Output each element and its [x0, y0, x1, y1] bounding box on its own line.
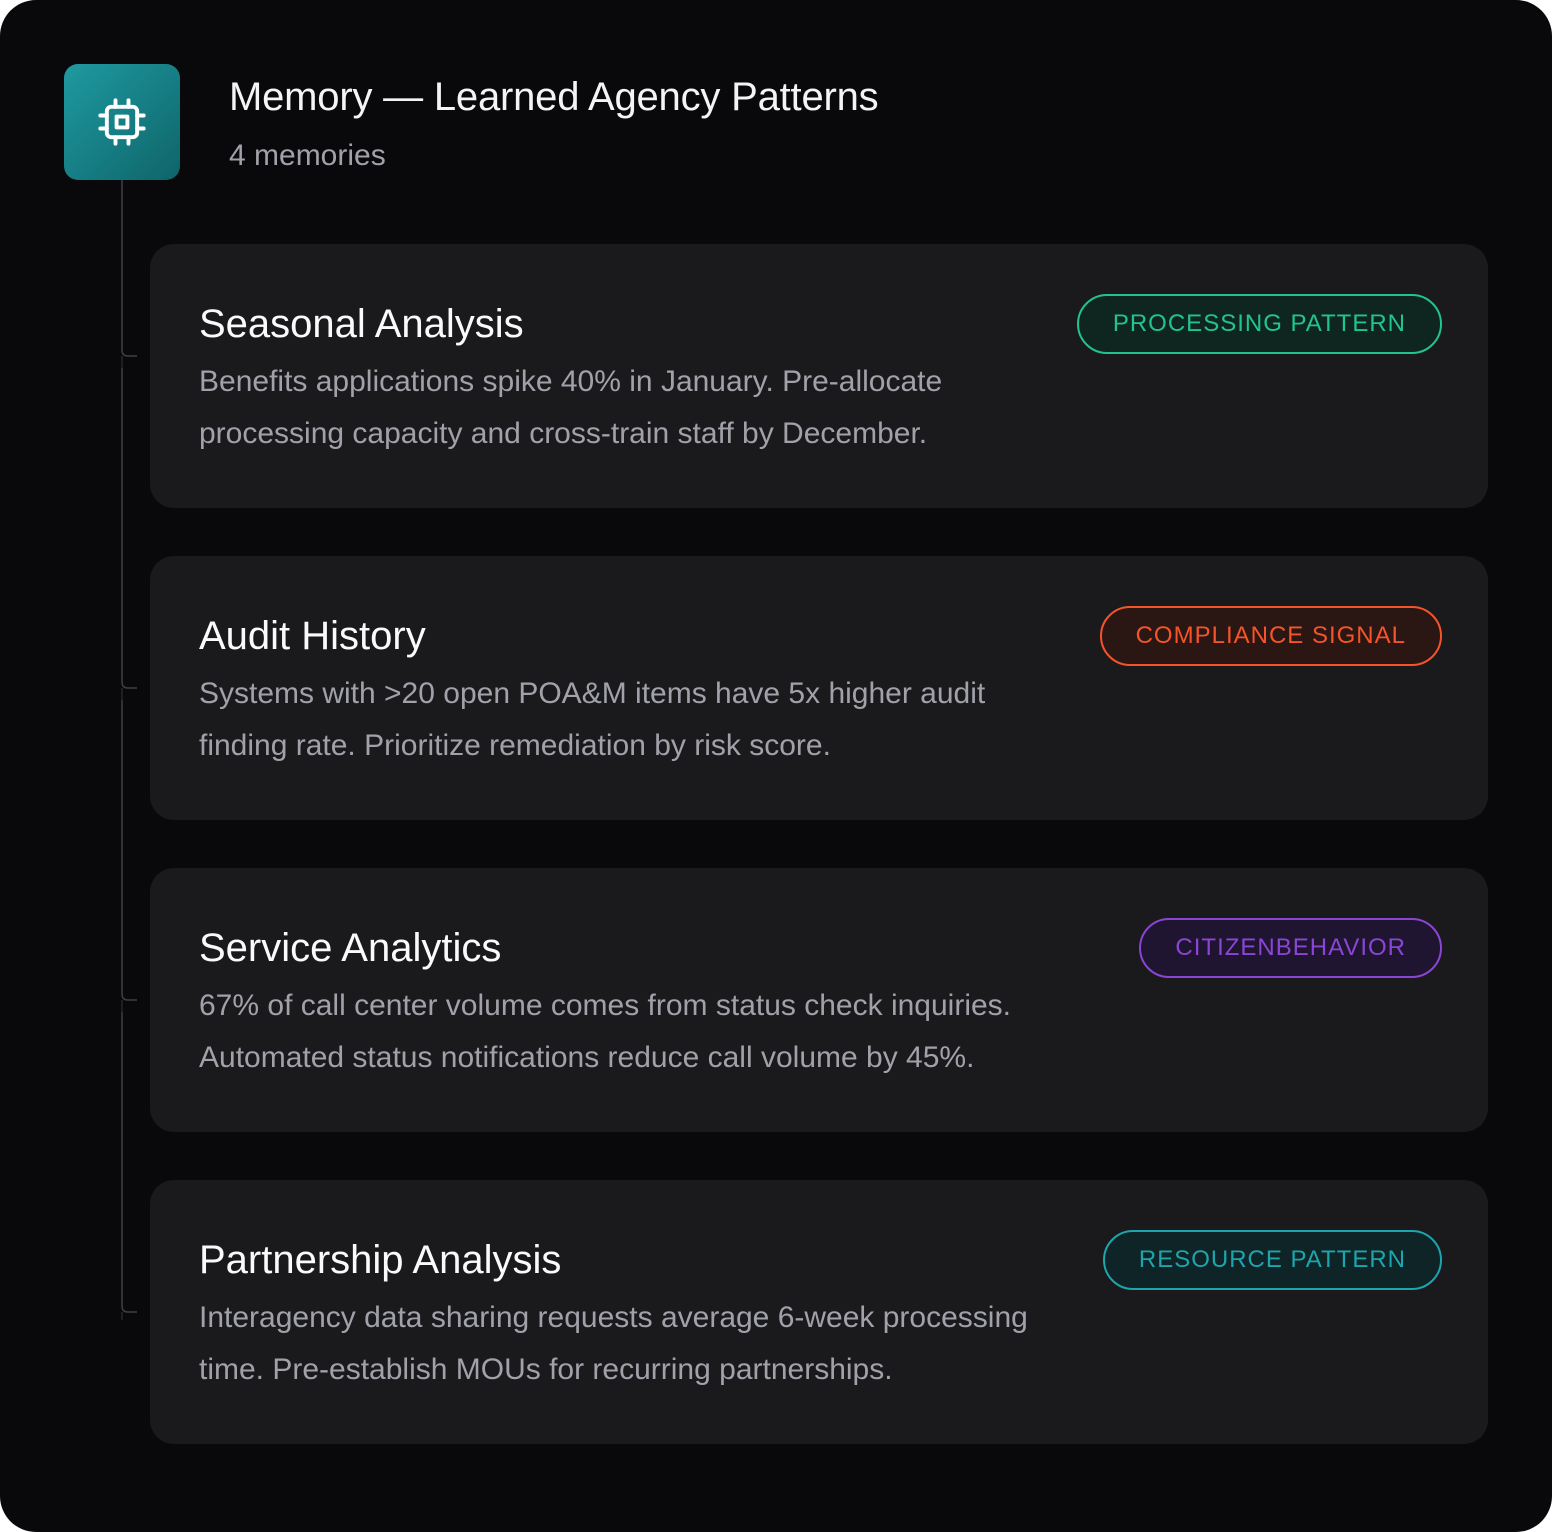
memory-panel: Memory — Learned Agency Patterns 4 memor…: [0, 0, 1552, 1532]
memory-card[interactable]: Seasonal Analysis Benefits applications …: [150, 244, 1488, 508]
memory-card-description: Interagency data sharing requests averag…: [199, 1301, 1028, 1386]
memory-card[interactable]: Service Analytics 67% of call center vol…: [150, 868, 1488, 1132]
memory-count: 4 memories: [229, 139, 386, 172]
memory-card-title: Seasonal Analysis: [199, 302, 524, 346]
memory-category-badge: COMPLIANCE SIGNAL: [1099, 606, 1442, 666]
cpu-chip-icon: [98, 98, 146, 146]
memory-card[interactable]: Partnership Analysis Interagency data sh…: [150, 1180, 1488, 1444]
memory-card-description: Benefits applications spike 40% in Janua…: [199, 365, 943, 450]
memory-category-badge: PROCESSING PATTERN: [1076, 294, 1442, 354]
memory-card-title: Audit History: [199, 614, 426, 658]
memory-category-badge: RESOURCE PATTERN: [1102, 1230, 1442, 1290]
memory-card[interactable]: Audit History Systems with >20 open POA&…: [150, 556, 1488, 820]
memory-category-badge: CITIZENBEHAVIOR: [1139, 918, 1442, 978]
memory-card-description: 67% of call center volume comes from sta…: [199, 989, 1012, 1074]
memory-card-title: Partnership Analysis: [199, 1238, 562, 1282]
page-title: Memory — Learned Agency Patterns: [229, 75, 879, 119]
memory-card-description: Systems with >20 open POA&M items have 5…: [199, 677, 986, 762]
memory-header-icon-tile: [64, 64, 180, 180]
memory-card-title: Service Analytics: [199, 926, 502, 970]
